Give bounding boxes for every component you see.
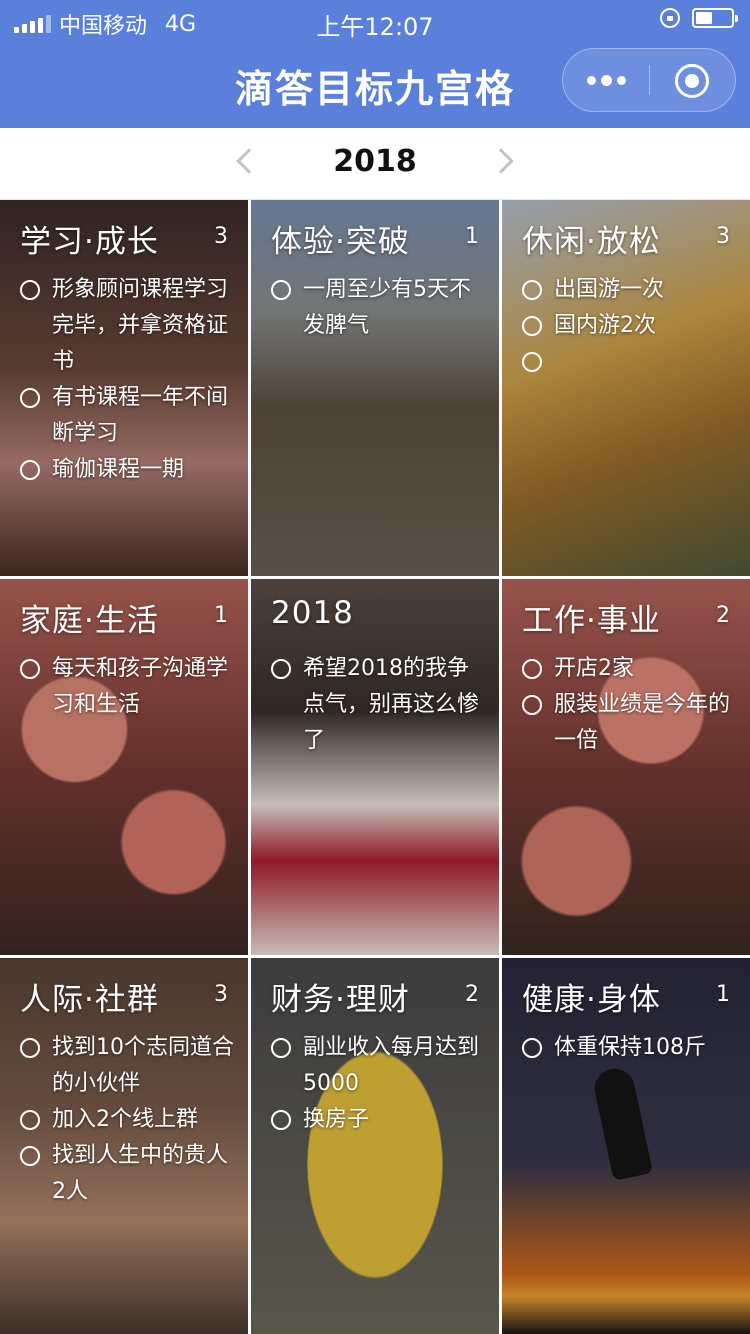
- checkbox-circle-icon[interactable]: [522, 352, 542, 372]
- checkbox-circle-icon[interactable]: [522, 280, 542, 300]
- cell-count: 3: [716, 224, 730, 249]
- goal-text: 副业收入每月达到5000: [303, 1035, 480, 1096]
- grid-cell-social[interactable]: 人际·社群 3 找到10个志同道合的小伙伴 加入2个线上群 找到人生中的贵人2人: [0, 958, 248, 1334]
- status-time: 上午12:07: [316, 13, 434, 41]
- checkbox-circle-icon[interactable]: [522, 695, 542, 715]
- status-bar: 中国移动 4G 上午12:07: [0, 0, 750, 41]
- more-icon[interactable]: [563, 49, 649, 111]
- cell-title: 人际·社群: [20, 982, 159, 1018]
- status-right: [660, 8, 738, 28]
- goal-item[interactable]: 找到人生中的贵人2人: [18, 1138, 236, 1210]
- checkbox-circle-icon[interactable]: [522, 316, 542, 336]
- top-bar: 中国移动 4G 上午12:07 滴答目标九宫格: [0, 0, 750, 128]
- goal-list: 找到10个志同道合的小伙伴 加入2个线上群 找到人生中的贵人2人: [18, 1030, 236, 1210]
- checkbox-circle-icon[interactable]: [522, 659, 542, 679]
- year-switcher: 2018: [0, 128, 750, 200]
- goal-text: 瑜伽课程一期: [52, 457, 185, 482]
- goal-text: 每天和孩子沟通学习和生活: [52, 656, 229, 717]
- goal-grid: 学习·成长 3 形象顾问课程学习完毕，并拿资格证书 有书课程一年不间断学习 瑜伽…: [0, 200, 750, 1334]
- cell-count: 3: [214, 224, 228, 249]
- goal-list: 每天和孩子沟通学习和生活: [18, 651, 236, 723]
- goal-item[interactable]: 一周至少有5天不发脾气: [269, 272, 487, 344]
- goal-item[interactable]: 瑜伽课程一期: [18, 452, 236, 488]
- grid-cell-experience[interactable]: 体验·突破 1 一周至少有5天不发脾气: [251, 200, 499, 576]
- capsule-divider: [649, 65, 650, 95]
- goal-list: 一周至少有5天不发脾气: [269, 272, 487, 344]
- checkbox-circle-icon[interactable]: [271, 1038, 291, 1058]
- goal-list: 出国游一次 国内游2次: [520, 272, 738, 372]
- mini-program-capsule: [562, 48, 736, 112]
- goal-text: 加入2个线上群: [52, 1107, 198, 1132]
- cell-title: 工作·事业: [522, 603, 661, 639]
- cell-count: 2: [465, 982, 479, 1007]
- goal-item[interactable]: 换房子: [269, 1102, 487, 1138]
- cell-count: 3: [214, 982, 228, 1007]
- checkbox-circle-icon[interactable]: [271, 280, 291, 300]
- grid-cell-family[interactable]: 家庭·生活 1 每天和孩子沟通学习和生活: [0, 579, 248, 955]
- goal-text: 希望2018的我争点气，别再这么惨了: [303, 656, 480, 753]
- cell-title: 学习·成长: [20, 224, 159, 260]
- close-icon[interactable]: [675, 64, 709, 98]
- goal-item[interactable]: 希望2018的我争点气，别再这么惨了: [269, 651, 487, 759]
- checkbox-circle-icon[interactable]: [271, 1110, 291, 1130]
- checkbox-circle-icon[interactable]: [20, 659, 40, 679]
- goal-item[interactable]: 服装业绩是今年的一倍: [520, 687, 738, 759]
- checkbox-circle-icon[interactable]: [20, 1110, 40, 1130]
- checkbox-circle-icon[interactable]: [20, 1038, 40, 1058]
- goal-text: 出国游一次: [554, 277, 665, 302]
- checkbox-circle-icon[interactable]: [20, 280, 40, 300]
- checkbox-circle-icon[interactable]: [20, 1146, 40, 1166]
- cell-title: 休闲·放松: [522, 224, 661, 260]
- goal-item[interactable]: 有书课程一年不间断学习: [18, 380, 236, 452]
- checkbox-circle-icon[interactable]: [20, 388, 40, 408]
- grid-cell-health[interactable]: 健康·身体 1 体重保持108斤: [502, 958, 750, 1334]
- cell-count: 2: [716, 603, 730, 628]
- cell-title: 家庭·生活: [20, 603, 159, 639]
- checkbox-circle-icon[interactable]: [20, 460, 40, 480]
- goal-text: 换房子: [303, 1107, 370, 1132]
- cell-title: 健康·身体: [522, 982, 661, 1018]
- goal-item[interactable]: 体重保持108斤: [520, 1030, 738, 1066]
- cell-count: 1: [214, 603, 228, 628]
- goal-list: 体重保持108斤: [520, 1030, 738, 1066]
- checkbox-circle-icon[interactable]: [271, 659, 291, 679]
- goal-list: 形象顾问课程学习完毕，并拿资格证书 有书课程一年不间断学习 瑜伽课程一期: [18, 272, 236, 488]
- goal-item[interactable]: 副业收入每月达到5000: [269, 1030, 487, 1102]
- goal-text: 找到人生中的贵人2人: [52, 1143, 229, 1204]
- goal-text: 国内游2次: [554, 313, 656, 338]
- goal-text: 体重保持108斤: [554, 1035, 706, 1060]
- cell-title: 财务·理财: [271, 982, 410, 1018]
- goal-text: 开店2家: [554, 656, 634, 681]
- cell-count: 1: [465, 224, 479, 249]
- goal-text: 找到10个志同道合的小伙伴: [52, 1035, 234, 1096]
- goal-item[interactable]: 找到10个志同道合的小伙伴: [18, 1030, 236, 1102]
- year-label: 2018: [333, 144, 417, 179]
- cell-title: 2018: [271, 595, 354, 631]
- goal-item[interactable]: 加入2个线上群: [18, 1102, 236, 1138]
- goal-item[interactable]: 国内游2次: [520, 308, 738, 344]
- grid-cell-learning[interactable]: 学习·成长 3 形象顾问课程学习完毕，并拿资格证书 有书课程一年不间断学习 瑜伽…: [0, 200, 248, 576]
- goal-item[interactable]: 开店2家: [520, 651, 738, 687]
- goal-text: 服装业绩是今年的一倍: [554, 692, 731, 753]
- goal-item[interactable]: 每天和孩子沟通学习和生活: [18, 651, 236, 723]
- goal-list: 希望2018的我争点气，别再这么惨了: [269, 651, 487, 759]
- goal-text: 形象顾问课程学习完毕，并拿资格证书: [52, 277, 229, 374]
- grid-cell-center[interactable]: 2018 希望2018的我争点气，别再这么惨了: [251, 579, 499, 955]
- grid-cell-finance[interactable]: 财务·理财 2 副业收入每月达到5000 换房子: [251, 958, 499, 1334]
- battery-icon: [692, 8, 738, 28]
- goal-text: 一周至少有5天不发脾气: [303, 277, 471, 338]
- cell-count: 1: [716, 982, 730, 1007]
- checkbox-circle-icon[interactable]: [522, 1038, 542, 1058]
- rotation-lock-icon: [660, 8, 680, 28]
- goal-list: 副业收入每月达到5000 换房子: [269, 1030, 487, 1138]
- goal-item[interactable]: 出国游一次: [520, 272, 738, 308]
- grid-cell-leisure[interactable]: 休闲·放松 3 出国游一次 国内游2次: [502, 200, 750, 576]
- cell-title: 体验·突破: [271, 224, 410, 260]
- goal-item[interactable]: 形象顾问课程学习完毕，并拿资格证书: [18, 272, 236, 380]
- goal-list: 开店2家 服装业绩是今年的一倍: [520, 651, 738, 759]
- grid-cell-career[interactable]: 工作·事业 2 开店2家 服装业绩是今年的一倍: [502, 579, 750, 955]
- goal-text: 有书课程一年不间断学习: [52, 385, 229, 446]
